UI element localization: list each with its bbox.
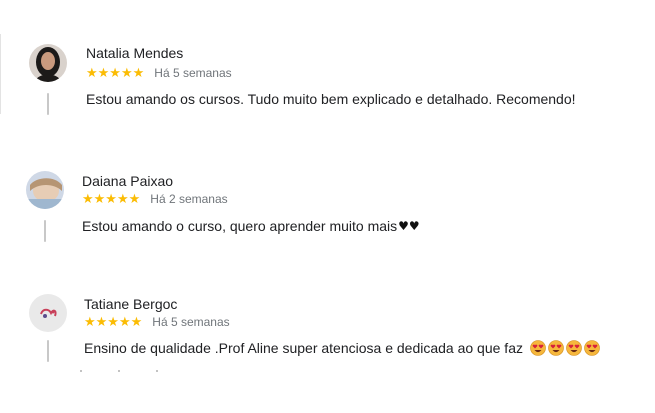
review-text: Estou amando os cursos. Tudo muito bem e… xyxy=(86,91,576,107)
heart-eyes-emoji-icon xyxy=(584,340,600,356)
left-edge-divider xyxy=(0,34,1,114)
thread-line xyxy=(47,340,49,362)
review-text-content: Estou amando o curso, quero aprender mui… xyxy=(82,218,398,234)
review-date: Há 2 semanas xyxy=(150,192,228,206)
thread-line xyxy=(47,93,49,115)
woman-light-photo-avatar-icon xyxy=(26,171,64,209)
avatar[interactable] xyxy=(29,294,67,332)
logo-avatar-icon xyxy=(29,294,67,332)
star-rating: ★★★★★ xyxy=(84,314,143,330)
review-text: Ensino de qualidade .Prof Aline super at… xyxy=(84,340,600,356)
reviewer-name[interactable]: Daiana Paixao xyxy=(82,173,173,189)
review-text-content: Estou amando os cursos. Tudo muito bem e… xyxy=(86,91,576,107)
review-meta: ★★★★★ Há 5 semanas xyxy=(84,315,230,329)
avatar[interactable] xyxy=(29,44,67,82)
star-rating: ★★★★★ xyxy=(82,191,141,207)
reviewer-name[interactable]: Tatiane Bergoc xyxy=(84,296,177,312)
heart-eyes-emoji-icon xyxy=(566,340,582,356)
review-text: Estou amando o curso, quero aprender mui… xyxy=(82,218,420,234)
reviewer-name[interactable]: Natalia Mendes xyxy=(86,45,183,61)
avatar[interactable] xyxy=(26,171,64,209)
review-meta: ★★★★★ Há 5 semanas xyxy=(86,66,232,80)
loading-dots xyxy=(80,370,160,372)
thread-line xyxy=(44,220,46,242)
review-date: Há 5 semanas xyxy=(154,66,232,80)
star-rating: ★★★★★ xyxy=(86,65,145,81)
review-meta: ★★★★★ Há 2 semanas xyxy=(82,192,228,206)
heart-emoji-icon: ♥♥ xyxy=(398,219,420,233)
emoji-group xyxy=(528,340,600,356)
heart-eyes-emoji-icon xyxy=(530,340,546,356)
woman-dark-hair-avatar-icon xyxy=(29,44,67,82)
review-text-content: Ensino de qualidade .Prof Aline super at… xyxy=(84,340,523,356)
review-date: Há 5 semanas xyxy=(152,315,230,329)
heart-eyes-emoji-icon xyxy=(548,340,564,356)
